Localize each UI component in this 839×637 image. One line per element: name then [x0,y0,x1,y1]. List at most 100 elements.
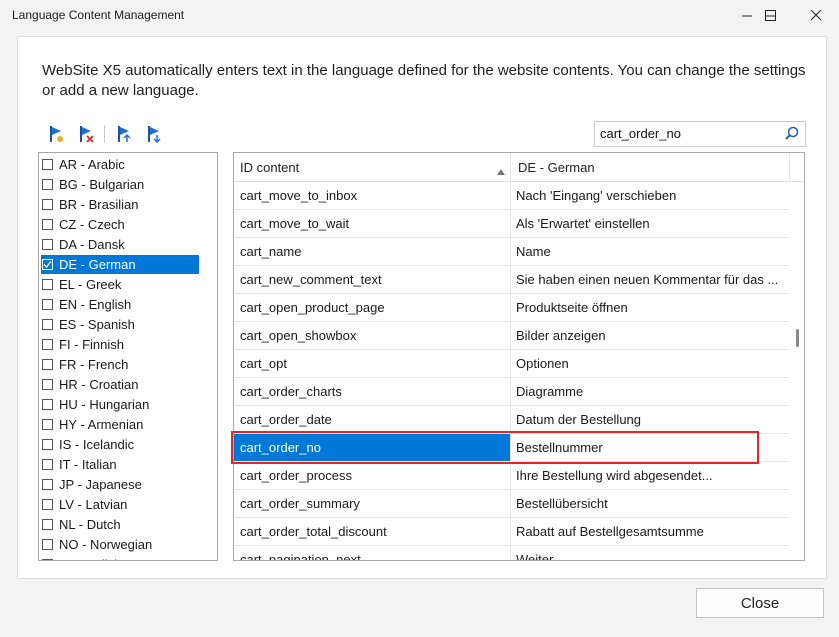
language-label: EN - English [59,297,132,312]
language-item[interactable]: IT - Italian [41,455,199,474]
language-checkbox[interactable] [42,319,53,330]
translation-cell[interactable]: Bestellübersicht [516,496,786,511]
content-id-cell[interactable]: cart_order_total_discount [240,524,387,539]
translation-cell[interactable]: Sie haben einen neuen Kommentar für das … [516,272,786,287]
language-label: NL - Dutch [59,517,121,532]
column-header-language[interactable]: DE - German [518,160,595,175]
language-item[interactable]: FI - Finnish [41,335,199,354]
language-item[interactable]: NL - Dutch [41,515,199,534]
language-checkbox[interactable] [42,479,53,490]
content-id-cell[interactable]: cart_open_product_page [240,300,385,315]
language-checkbox[interactable] [42,399,53,410]
language-item[interactable]: EL - Greek [41,275,199,294]
translation-cell[interactable]: Weiter [516,552,786,560]
content-grid[interactable]: ID content DE - German cart_move_to_inbo… [233,152,805,561]
content-id-cell[interactable]: cart_order_charts [240,384,342,399]
table-row[interactable]: cart_pagination_next Weiter [234,546,789,560]
language-item[interactable]: HU - Hungarian [41,395,199,414]
translation-cell[interactable]: Produktseite öffnen [516,300,786,315]
content-id-cell[interactable]: cart_order_date [240,412,332,427]
content-id-cell[interactable]: cart_move_to_wait [240,216,349,231]
remove-language-button[interactable] [75,123,97,145]
table-row[interactable]: cart_move_to_wait Als 'Erwartet' einstell… [234,210,789,238]
content-id-cell[interactable]: cart_opt [240,356,287,371]
close-window-button[interactable] [793,0,839,30]
language-checkbox[interactable] [42,439,53,450]
language-checkbox[interactable] [42,539,53,550]
content-id-cell[interactable]: cart_move_to_inbox [240,188,357,203]
language-checkbox[interactable] [42,519,53,530]
close-button[interactable]: Close [696,588,824,618]
table-row[interactable]: cart_name Name [234,238,789,266]
language-list[interactable]: AR - Arabic BG - Bulgarian BR - Brasilian C… [38,152,218,561]
language-checkbox[interactable] [42,419,53,430]
import-language-button[interactable] [113,123,135,145]
language-item[interactable]: LV - Latvian [41,495,199,514]
language-item[interactable]: FR - French [41,355,199,374]
search-box[interactable]: cart_order_no [594,121,806,147]
translation-cell[interactable]: Als 'Erwartet' einstellen [516,216,786,231]
language-item[interactable]: HY - Armenian [41,415,199,434]
language-checkbox[interactable] [42,339,53,350]
language-item[interactable]: DA - Dansk [41,235,199,254]
content-id-cell[interactable]: cart_open_showbox [240,328,356,343]
language-checkbox[interactable] [42,379,53,390]
language-checkbox[interactable] [42,259,53,270]
language-checkbox[interactable] [42,459,53,470]
content-id-cell[interactable]: cart_new_comment_text [240,272,382,287]
language-item[interactable]: HR - Croatian [41,375,199,394]
language-item[interactable]: IS - Icelandic [41,435,199,454]
translation-cell[interactable]: Diagramme [516,384,786,399]
add-language-button[interactable] [45,123,67,145]
table-row[interactable]: cart_order_process Ihre Bestellung wird a… [234,462,789,490]
search-icon[interactable] [785,126,799,143]
table-row[interactable]: cart_opt Optionen [234,350,789,378]
language-checkbox[interactable] [42,299,53,310]
table-row[interactable]: cart_order_date Datum der Bestellung [234,406,789,434]
language-checkbox[interactable] [42,499,53,510]
language-checkbox[interactable] [42,239,53,250]
content-id-cell[interactable]: cart_name [240,244,301,259]
translation-cell[interactable]: Name [516,244,786,259]
table-row[interactable]: cart_order_summary Bestellübersicht [234,490,789,518]
search-input[interactable]: cart_order_no [600,126,681,141]
language-item[interactable]: BG - Bulgarian [41,175,199,194]
language-item[interactable]: ES - Spanish [41,315,199,334]
export-language-button[interactable] [143,123,165,145]
language-item[interactable]: BR - Brasilian [41,195,199,214]
table-row[interactable]: cart_order_charts Diagramme [234,378,789,406]
language-item[interactable]: NO - Norwegian [41,535,199,554]
maximize-button[interactable] [747,0,793,30]
language-checkbox[interactable] [42,359,53,370]
grid-header: ID content DE - German [234,153,804,182]
language-item[interactable]: DE - German [41,255,199,274]
translation-cell[interactable]: Datum der Bestellung [516,412,786,427]
column-header-id[interactable]: ID content [240,160,299,175]
language-item[interactable]: CZ - Czech [41,215,199,234]
table-row[interactable]: cart_order_total_discount Rabatt auf Best… [234,518,789,546]
translation-cell[interactable]: Nach 'Eingang' verschieben [516,188,786,203]
language-checkbox[interactable] [42,279,53,290]
content-id-cell[interactable]: cart_order_process [240,468,352,483]
content-id-cell[interactable]: cart_order_summary [240,496,360,511]
language-checkbox[interactable] [42,199,53,210]
translation-cell[interactable]: Ihre Bestellung wird abgesendet... [516,468,786,483]
table-row[interactable]: cart_open_showbox Bilder anzeigen [234,322,789,350]
translation-cell[interactable]: Bilder anzeigen [516,328,786,343]
translation-cell[interactable]: Rabatt auf Bestellgesamtsumme [516,524,786,539]
language-checkbox[interactable] [42,159,53,170]
grid-scrollbar[interactable] [796,329,799,347]
language-checkbox[interactable] [42,219,53,230]
language-checkbox[interactable] [42,179,53,190]
language-item[interactable]: PL - Polish [41,555,199,560]
table-row[interactable]: cart_move_to_inbox Nach 'Eingang' verschi… [234,182,789,210]
language-item[interactable]: JP - Japanese [41,475,199,494]
language-label: IS - Icelandic [59,437,135,452]
translation-cell[interactable]: Optionen [516,356,786,371]
content-id-cell[interactable]: cart_pagination_next [240,552,361,560]
table-row[interactable]: cart_new_comment_text Sie haben einen neu… [234,266,789,294]
language-item[interactable]: AR - Arabic [41,155,199,174]
table-row[interactable]: cart_open_product_page Produktseite öffne… [234,294,789,322]
language-item[interactable]: EN - English [41,295,199,314]
language-checkbox[interactable] [42,559,53,560]
